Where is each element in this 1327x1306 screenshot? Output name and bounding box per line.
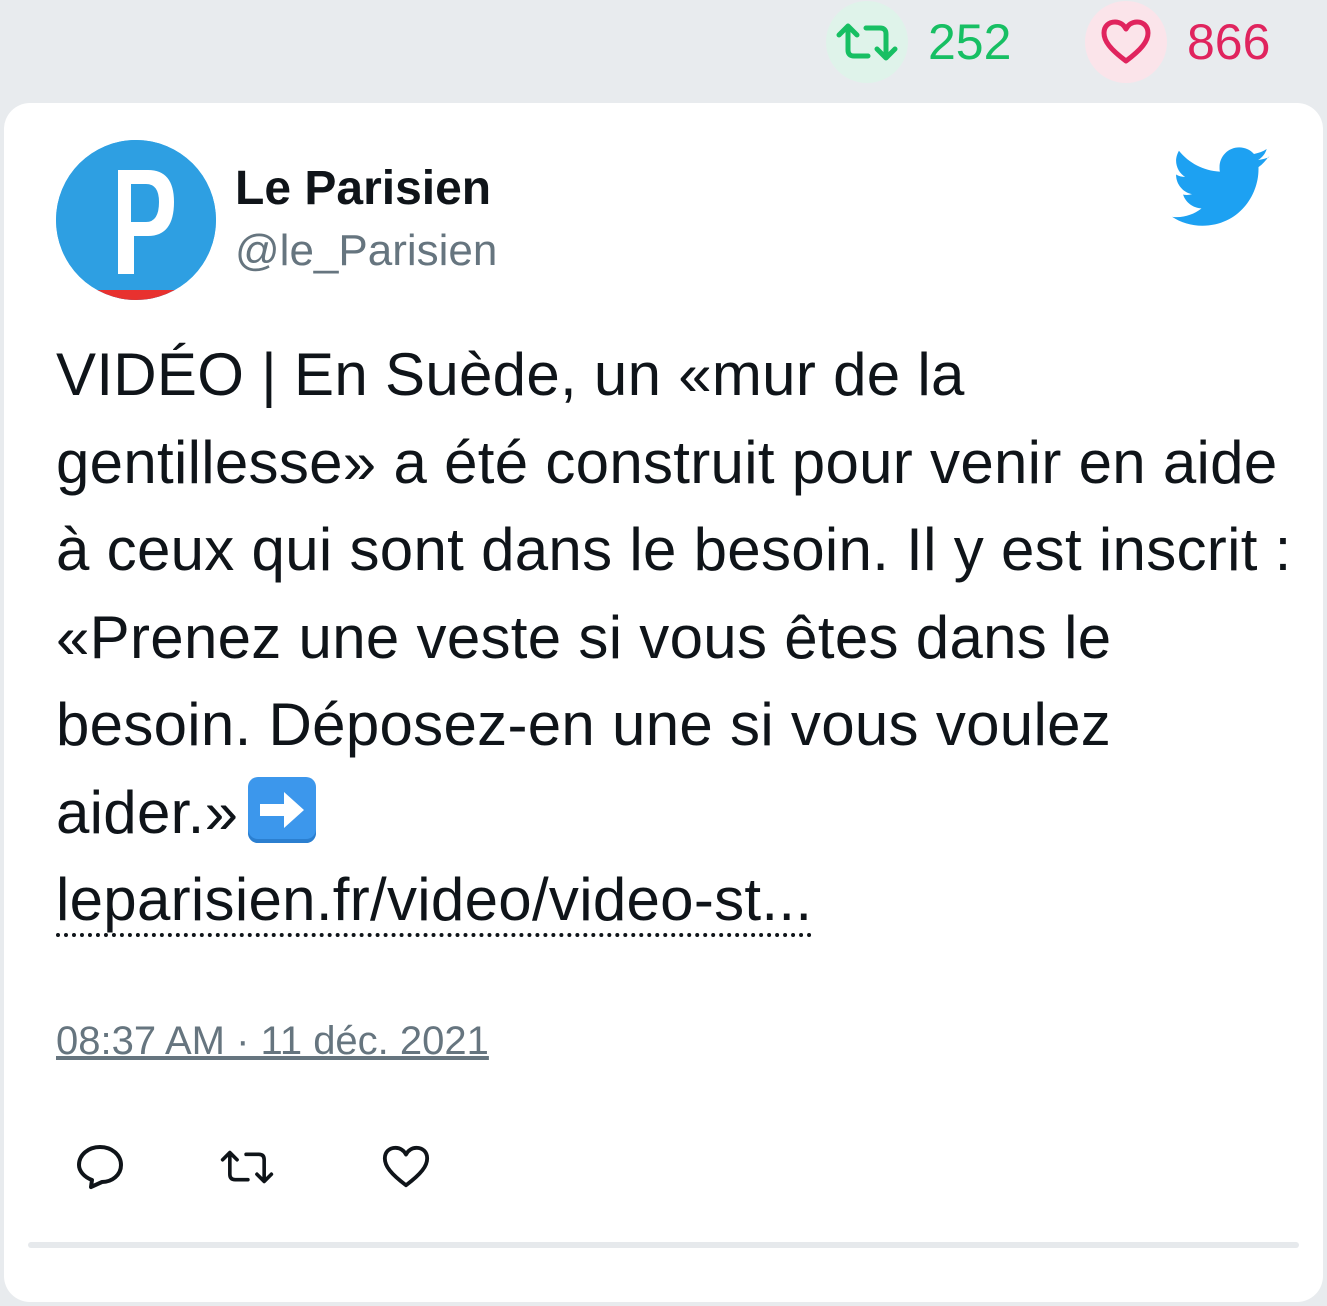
heart-icon[interactable] [1085, 1, 1167, 83]
divider [28, 1242, 1299, 1248]
heart-icon [382, 1145, 430, 1188]
reply-button[interactable] [72, 1139, 128, 1195]
tweet-body: VIDÉO | En Suède, un «mur de la gentille… [56, 341, 1292, 846]
retweet-button[interactable] [219, 1139, 275, 1195]
author-handle[interactable]: @le_Parisien [235, 229, 497, 273]
tweet-text: VIDÉO | En Suède, un «mur de la gentille… [56, 331, 1296, 944]
tweet-link[interactable]: leparisien.fr/video/video-st... [56, 866, 813, 937]
retweet-icon [220, 1150, 274, 1184]
right-arrow-emoji-icon [248, 776, 317, 843]
like-button[interactable] [378, 1139, 434, 1195]
retweet-count: 252 [928, 14, 1012, 70]
like-count: 866 [1187, 14, 1271, 70]
le-parisien-logo [56, 140, 216, 300]
like-stat[interactable]: 866 [1085, 0, 1270, 84]
tweet-timestamp[interactable]: 08:37 AM · 11 déc. 2021 [56, 1021, 489, 1061]
tweet-card: Le Parisien @le_Parisien VIDÉO | En Suèd… [4, 103, 1323, 1302]
author-name[interactable]: Le Parisien [235, 165, 491, 213]
retweet-stat[interactable]: 252 [826, 0, 1011, 84]
retweet-icon[interactable] [826, 1, 908, 83]
avatar[interactable] [56, 140, 216, 300]
tweet-stats-bar: 252 866 [0, 0, 1327, 100]
twitter-bird-icon[interactable] [1171, 147, 1272, 229]
reply-icon [77, 1145, 123, 1189]
